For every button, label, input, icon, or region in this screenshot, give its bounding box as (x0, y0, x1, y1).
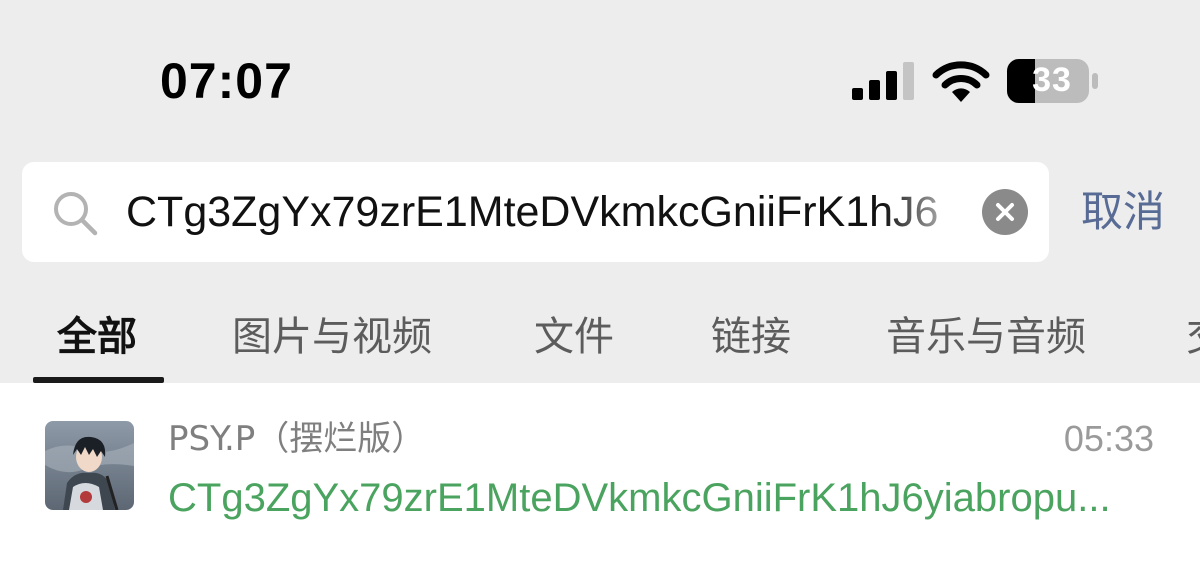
result-time: 05:33 (1063, 418, 1154, 459)
tab-all[interactable]: 全部 (57, 312, 137, 362)
tab-files[interactable]: 文件 (534, 312, 614, 362)
cancel-button[interactable]: 取消 (1081, 182, 1165, 242)
battery-level-text: 33 (1032, 61, 1072, 99)
avatar-image (45, 421, 134, 510)
search-input[interactable] (126, 162, 986, 262)
status-bar: 07:07 33 (0, 0, 1200, 150)
category-tabs: 全部 图片与视频 文件 链接 音乐与音频 交 (0, 290, 1200, 383)
avatar[interactable] (45, 421, 134, 510)
search-results-list: PSY.P（摆烂版） 05:33 CTg3ZgYx79zrE1MteDVkmkc… (0, 383, 1200, 574)
tab-images-videos[interactable]: 图片与视频 (232, 312, 432, 362)
search-bar[interactable] (22, 162, 1049, 262)
result-chat-name: PSY.P（摆烂版） (168, 419, 426, 459)
tab-music-audio[interactable]: 音乐与音频 (886, 312, 1086, 362)
result-item[interactable]: PSY.P（摆烂版） 05:33 CTg3ZgYx79zrE1MteDVkmkc… (0, 383, 1200, 574)
cellular-signal-icon (852, 62, 914, 100)
clear-search-button[interactable] (982, 189, 1028, 235)
close-icon (996, 203, 1014, 221)
result-message-snippet: CTg3ZgYx79zrE1MteDVkmkcGniiFrK1hJ6yiabro… (168, 476, 1111, 520)
wifi-icon (932, 61, 990, 102)
search-icon (54, 192, 98, 236)
tab-links[interactable]: 链接 (711, 312, 791, 362)
status-time: 07:07 (160, 53, 293, 109)
tab-more[interactable]: 交 (1186, 312, 1200, 362)
